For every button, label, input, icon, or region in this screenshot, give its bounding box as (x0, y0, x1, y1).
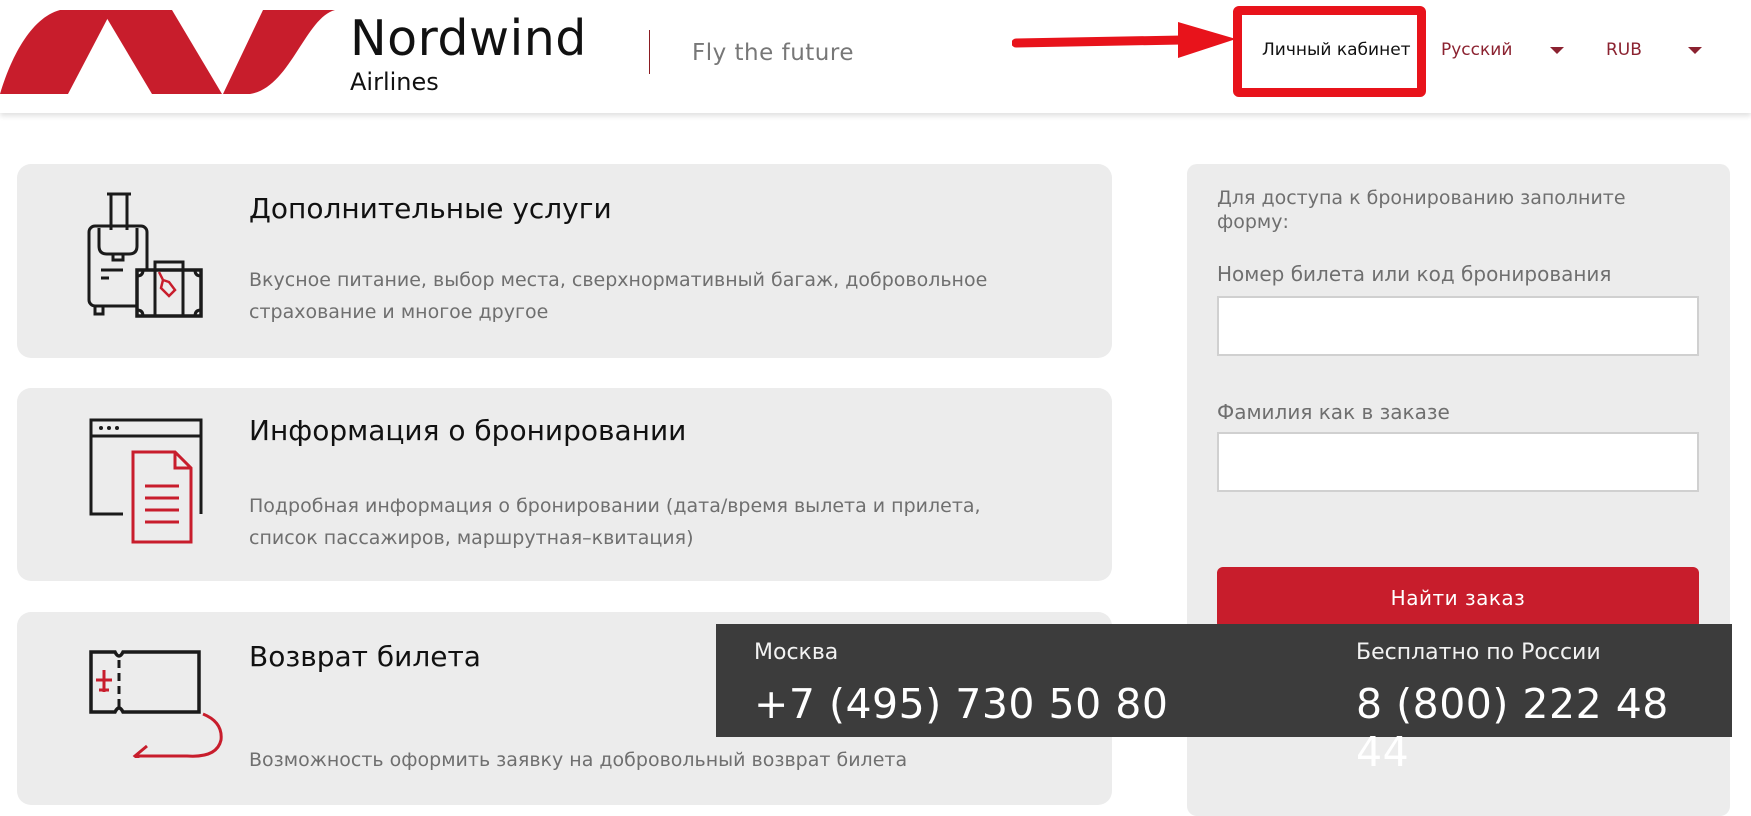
contact-phone-russia[interactable]: 8 (800) 222 48 44 (1356, 680, 1732, 776)
currency-select[interactable]: RUB (1606, 40, 1702, 60)
card-extra-services[interactable]: Дополнительные услуги Вкусное питание, в… (17, 164, 1112, 358)
ticket-return-icon (89, 650, 223, 758)
brand-subtitle: Airlines (350, 68, 439, 96)
find-order-button[interactable]: Найти заказ (1217, 567, 1699, 629)
chevron-down-icon (1687, 46, 1702, 54)
card-title: Дополнительные услуги (249, 192, 612, 225)
language-select[interactable]: Русский (1441, 40, 1565, 60)
personal-account-link[interactable]: Личный кабинет (1262, 40, 1411, 60)
brand-name: Nordwind (350, 10, 587, 67)
surname-input[interactable] (1217, 432, 1699, 492)
site-header: Nordwind Airlines Fly the future Личный … (0, 0, 1751, 113)
contact-phones-bar: Москва +7 (495) 730 50 80 Бесплатно по Р… (716, 624, 1732, 776)
chevron-down-icon (1550, 46, 1565, 54)
contact-label-moscow: Москва (754, 640, 839, 665)
surname-label: Фамилия как в заказе (1217, 400, 1450, 424)
card-description: Вкусное питание, выбор места, сверхнорма… (249, 269, 988, 323)
card-description: Возможность оформить заявку на доброволь… (249, 749, 908, 771)
contact-phone-moscow[interactable]: +7 (495) 730 50 80 (754, 680, 1168, 728)
nordwind-logo-icon[interactable] (0, 10, 335, 94)
language-value: Русский (1441, 40, 1513, 60)
annotation-arrow-icon (1012, 22, 1236, 58)
contact-label-russia: Бесплатно по России (1356, 640, 1601, 665)
header-divider (649, 30, 650, 74)
card-description: Подробная информация о бронировании (дат… (249, 495, 981, 549)
card-title: Возврат билета (249, 640, 481, 673)
form-intro-text: Для доступа к бронированию заполните фор… (1217, 187, 1626, 233)
card-title: Информация о бронировании (249, 414, 687, 447)
ticket-number-label: Номер билета или код бронирования (1217, 262, 1612, 286)
booking-document-icon (89, 418, 203, 544)
card-booking-info[interactable]: Информация о бронировании Подробная инфо… (17, 388, 1112, 581)
luggage-icon (87, 192, 203, 318)
ticket-number-input[interactable] (1217, 296, 1699, 356)
currency-value: RUB (1606, 40, 1642, 60)
tagline: Fly the future (692, 40, 854, 66)
